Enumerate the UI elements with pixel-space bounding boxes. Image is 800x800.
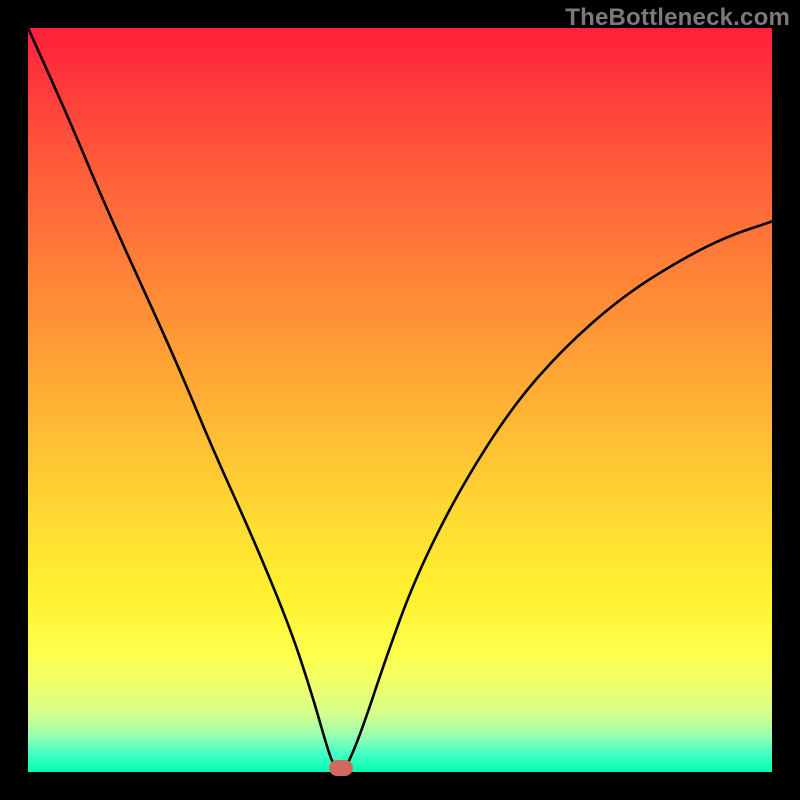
plot-area <box>28 28 772 772</box>
curve-svg <box>28 28 772 772</box>
chart-frame: TheBottleneck.com <box>0 0 800 800</box>
bottleneck-curve <box>28 28 772 770</box>
optimum-marker <box>329 760 353 776</box>
